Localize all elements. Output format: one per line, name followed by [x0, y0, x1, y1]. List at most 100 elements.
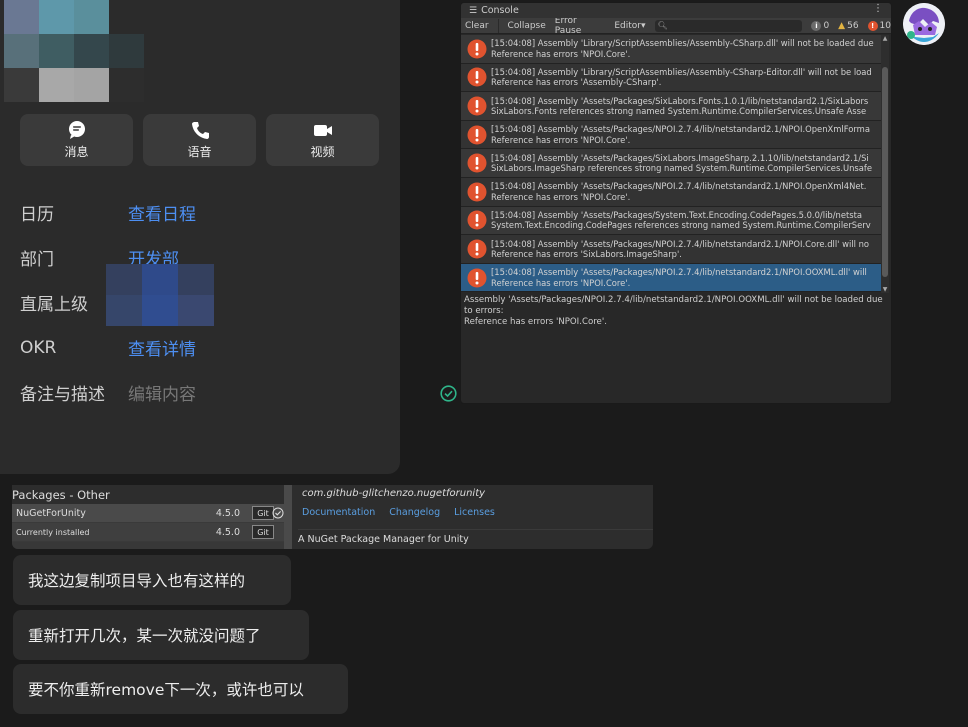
supervisor-avatar-blurred[interactable] [106, 264, 214, 326]
package-id: com.github-glitchenzo.nugetforunity [302, 488, 486, 499]
profile-avatar [4, 0, 144, 102]
git-tag: Git [252, 506, 274, 520]
dropdown-arrow-icon: ▾ [640, 20, 646, 31]
detail-line: to errors: [464, 306, 504, 316]
installed-version-row[interactable]: Currently installed 4.5.0 Git [12, 523, 284, 542]
log-entry[interactable]: [15:04:08] Assembly 'Assets/Packages/Six… [461, 149, 883, 178]
log-entry-selected[interactable]: [15:04:08] Assembly 'Assets/Packages/NPO… [461, 263, 883, 293]
edit-notes-link[interactable]: 编辑内容 [128, 380, 196, 405]
collapse-button[interactable]: Collapse [508, 21, 546, 31]
log-entry[interactable]: [15:04:08] Assembly 'Assets/Packages/NPO… [461, 177, 883, 207]
log-text: [15:04:08] Assembly 'Assets/Packages/Six… [491, 95, 869, 116]
user-avatar[interactable] [903, 3, 945, 45]
voice-call-button[interactable]: 语音 [143, 114, 256, 166]
log-entry[interactable]: [15:04:08] Assembly 'Assets/Packages/Sys… [461, 206, 883, 236]
documentation-link[interactable]: Documentation [302, 507, 375, 518]
console-toolbar: Clear Collapse Error Pause Editor▾ 🔍︎ i … [461, 16, 891, 36]
log-text: [15:04:08] Assembly 'Library/ScriptAssem… [491, 66, 872, 88]
video-camera-icon [313, 125, 332, 136]
log-text: [15:04:08] Assembly 'Assets/Packages/NPO… [491, 267, 867, 288]
warning-count-toggle[interactable]: ▲ 56 [838, 21, 858, 31]
changelog-link[interactable]: Changelog [389, 507, 440, 518]
installed-version: 4.5.0 [215, 526, 240, 538]
info-icon: i [811, 20, 822, 31]
log-detail-pane: Assembly 'Assets/Packages/NPOI.2.7.4/lib… [463, 295, 891, 328]
unity-console-window: ☰ Console ⋮ Clear Collapse Error Pause E… [460, 2, 892, 404]
licenses-link[interactable]: Licenses [454, 507, 495, 518]
profile-actions: 消息 语音 视频 [20, 114, 379, 166]
detail-line: Assembly 'Assets/Packages/NPOI.2.7.4/lib… [464, 295, 883, 305]
detail-line: Reference has errors 'NPOI.Core'. [464, 317, 607, 327]
package-item-name: NuGetForUnity [16, 507, 86, 519]
console-tab[interactable]: ☰ Console ⋮ [461, 3, 891, 18]
package-list-item[interactable]: NuGetForUnity 4.5.0 Git [12, 504, 284, 523]
chat-bubble-icon [68, 121, 85, 139]
console-tab-label: Console [481, 5, 519, 16]
log-text: [15:04:08] Assembly 'Assets/Packages/NPO… [491, 238, 870, 259]
package-manager-panel: Packages - Other NuGetForUnity 4.5.0 Git… [12, 485, 653, 549]
log-text: [15:04:08] Assembly 'Assets/Packages/NPO… [491, 181, 867, 202]
log-entry[interactable]: [15:04:08] Assembly 'Assets/Packages/NPO… [461, 235, 883, 264]
toolbar-divider [497, 18, 499, 33]
error-icon [467, 182, 487, 202]
error-icon [467, 239, 487, 259]
chat-message[interactable]: 要不你重新remove下一次，或许也可以 [13, 664, 348, 714]
log-entry[interactable]: [15:04:08] Assembly 'Library/ScriptAssem… [461, 63, 883, 93]
package-description: A NuGet Package Manager for Unity [298, 529, 653, 549]
installed-label: Currently installed [16, 527, 90, 537]
info-row-okr: OKR 查看详情 [20, 325, 390, 370]
log-text: [15:04:08] Assembly 'Assets/Packages/Six… [491, 152, 873, 174]
package-details: com.github-glitchenzo.nugetforunity Docu… [298, 485, 653, 549]
error-count: 10 [879, 20, 891, 31]
scroll-thumb[interactable] [882, 67, 888, 277]
package-links: Documentation Changelog Licenses [298, 507, 653, 518]
error-icon: ! [867, 20, 878, 31]
package-group-header[interactable]: Packages - Other [12, 485, 284, 504]
error-pause-button[interactable]: Error Pause [555, 16, 606, 36]
console-search-input[interactable]: 🔍︎ [654, 19, 803, 32]
editor-dropdown-label: Editor [614, 20, 641, 31]
info-key: 日历 [20, 205, 54, 225]
video-call-button[interactable]: 视频 [266, 114, 379, 166]
clear-button[interactable]: Clear [465, 21, 489, 31]
error-icon [467, 125, 487, 145]
kebab-menu-icon[interactable]: ⋮ [873, 3, 883, 14]
log-scrollbar[interactable]: ▲ ▼ [881, 35, 889, 293]
pane-splitter[interactable] [284, 485, 292, 549]
view-schedule-link[interactable]: 查看日程 [128, 200, 196, 225]
error-count-toggle[interactable]: ! 10 [867, 20, 891, 31]
log-entry[interactable]: [15:04:08] Assembly 'Assets/Packages/NPO… [461, 120, 883, 150]
message-button-label: 消息 [64, 145, 89, 159]
editor-dropdown[interactable]: Editor▾ [614, 21, 645, 31]
log-text: [15:04:08] Assembly 'Assets/Packages/Sys… [491, 209, 871, 231]
scroll-up-arrow-icon[interactable]: ▲ [881, 35, 889, 42]
view-okr-link[interactable]: 查看详情 [128, 335, 196, 360]
profile-card: 消息 语音 视频 日历 查看日程 部门 开发部 直属上级 OKR 查看详情 备注… [0, 0, 400, 474]
search-icon: 🔍︎ [657, 21, 668, 30]
voice-call-button-label: 语音 [187, 145, 212, 159]
log-entry[interactable]: [15:04:08] Assembly 'Library/ScriptAssem… [461, 35, 883, 64]
console-list-icon: ☰ [469, 5, 478, 16]
log-entry[interactable]: [15:04:08] Assembly 'Assets/Packages/Six… [461, 92, 883, 121]
info-key: OKR [20, 337, 57, 358]
phone-icon [191, 122, 209, 139]
chat-message[interactable]: 我这边复制项目导入也有这样的 [13, 555, 291, 605]
error-icon [467, 153, 487, 173]
installed-check-icon [272, 507, 284, 519]
video-call-button-label: 视频 [310, 145, 335, 159]
info-row-notes: 备注与描述 编辑内容 [20, 370, 390, 415]
message-button[interactable]: 消息 [20, 114, 133, 166]
error-icon [467, 268, 487, 288]
log-text: [15:04:08] Assembly 'Library/ScriptAssem… [491, 38, 874, 59]
info-row-calendar: 日历 查看日程 [20, 190, 390, 235]
warning-count: 56 [847, 20, 859, 31]
scroll-down-arrow-icon[interactable]: ▼ [881, 286, 889, 293]
error-icon [467, 96, 487, 116]
error-icon [467, 210, 487, 230]
package-item-version: 4.5.0 [215, 507, 240, 519]
info-count-toggle[interactable]: i 0 [811, 20, 829, 31]
log-text: [15:04:08] Assembly 'Assets/Packages/NPO… [491, 124, 870, 145]
error-icon [467, 67, 487, 87]
chat-message[interactable]: 重新打开几次，某一次就没问题了 [13, 610, 309, 660]
warning-icon: ▲ [838, 20, 846, 31]
